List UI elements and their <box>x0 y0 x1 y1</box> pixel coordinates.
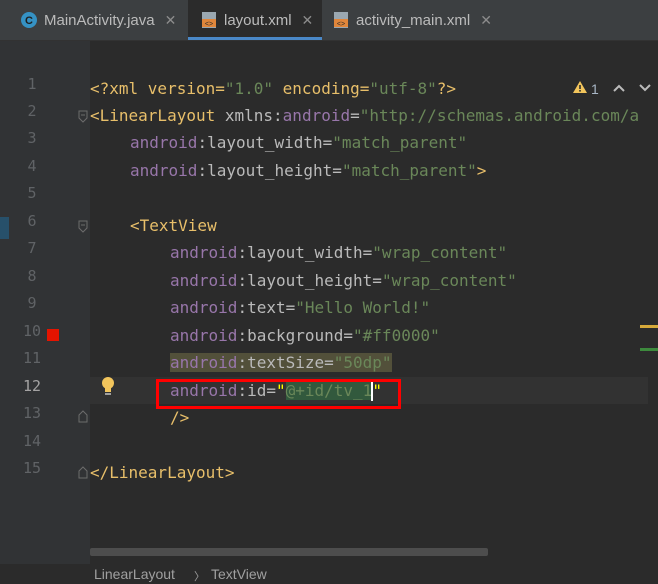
close-icon[interactable]: ✕ <box>165 12 177 29</box>
code-line-1: <?xml version="1.0" encoding="utf-8"?> <box>90 79 457 98</box>
line-number: 13 <box>22 404 42 422</box>
horizontal-scrollbar[interactable] <box>90 548 488 556</box>
line-number: 10 <box>22 322 42 340</box>
chevron-down-icon[interactable] <box>639 81 651 96</box>
xml-file-icon: <> <box>332 11 350 29</box>
line-number: 8 <box>27 267 37 285</box>
tab-label: layout.xml <box>224 11 292 29</box>
line-number: 3 <box>27 129 37 147</box>
warning-icon <box>572 80 588 97</box>
svg-text:<>: <> <box>205 21 213 28</box>
code-line-4: android:layout_height="match_parent"> <box>130 161 487 180</box>
line-number: 15 <box>22 459 42 477</box>
code-line-6: <TextView <box>130 216 217 235</box>
line-number: 2 <box>27 102 37 120</box>
highlight-annotation-box <box>156 379 401 409</box>
warning-stripe-marker[interactable] <box>640 325 658 328</box>
breadcrumb-separator: 〉 <box>194 571 205 583</box>
code-line-10: android:background="#ff0000" <box>170 326 440 345</box>
tab-label: MainActivity.java <box>44 11 155 29</box>
change-stripe-marker[interactable] <box>640 348 658 351</box>
code-line-8: android:layout_height="wrap_content" <box>170 271 517 290</box>
tab-label: activity_main.xml <box>356 11 471 29</box>
line-number: 9 <box>27 294 37 312</box>
line-number: 7 <box>27 239 37 257</box>
tab-mainactivity-java[interactable]: C MainActivity.java ✕ <box>20 0 188 40</box>
warning-count: 1 <box>591 80 599 97</box>
xml-file-icon: <> <box>200 11 218 29</box>
inspection-widget[interactable]: 1 <box>572 80 651 97</box>
structure-marker <box>0 217 9 239</box>
code-editor[interactable]: <?xml version="1.0" encoding="utf-8"?> <… <box>90 41 658 580</box>
chevron-up-icon[interactable] <box>613 81 625 96</box>
code-line-3: android:layout_width="match_parent" <box>130 133 468 152</box>
line-number: 11 <box>22 349 42 367</box>
code-line-2: <LinearLayout xmlns:android="http://sche… <box>90 106 640 125</box>
fold-open-icon[interactable] <box>78 219 88 238</box>
active-tab-indicator <box>188 37 322 40</box>
svg-text:<>: <> <box>337 21 345 28</box>
close-icon[interactable]: ✕ <box>480 12 492 29</box>
tab-layout-xml[interactable]: <> layout.xml ✕ <box>188 0 322 40</box>
fold-close-icon[interactable] <box>78 464 88 483</box>
color-swatch-icon[interactable] <box>47 329 59 341</box>
code-line-7: android:layout_width="wrap_content" <box>170 243 508 262</box>
code-line-9: android:text="Hello World!" <box>170 298 431 317</box>
left-tool-strip <box>0 41 12 580</box>
code-line-15: </LinearLayout> <box>90 463 235 482</box>
line-number: 4 <box>27 157 37 175</box>
svg-text:C: C <box>25 15 33 27</box>
lightbulb-icon[interactable] <box>100 376 116 400</box>
fold-close-icon[interactable] <box>78 408 88 427</box>
fold-open-icon[interactable] <box>78 109 88 128</box>
editor-gutter[interactable]: 1 2 3 4 6 5 7 8 9 10 11 12 13 14 15 <box>12 41 90 580</box>
line-number-current: 12 <box>22 377 42 395</box>
editor-tab-bar: C MainActivity.java ✕ <> layout.xml ✕ <>… <box>0 0 658 41</box>
line-number: 6 <box>27 212 37 230</box>
line-number: 1 <box>27 75 37 93</box>
java-class-icon: C <box>20 11 38 29</box>
close-icon[interactable]: ✕ <box>302 12 314 29</box>
breadcrumb: LinearLayout 〉 TextView <box>0 564 658 583</box>
tab-activity-main-xml[interactable]: <> activity_main.xml ✕ <box>332 0 502 40</box>
code-line-11: android:textSize="50dp" <box>170 353 392 372</box>
line-number: 5 <box>27 184 37 202</box>
line-number: 14 <box>22 432 42 450</box>
